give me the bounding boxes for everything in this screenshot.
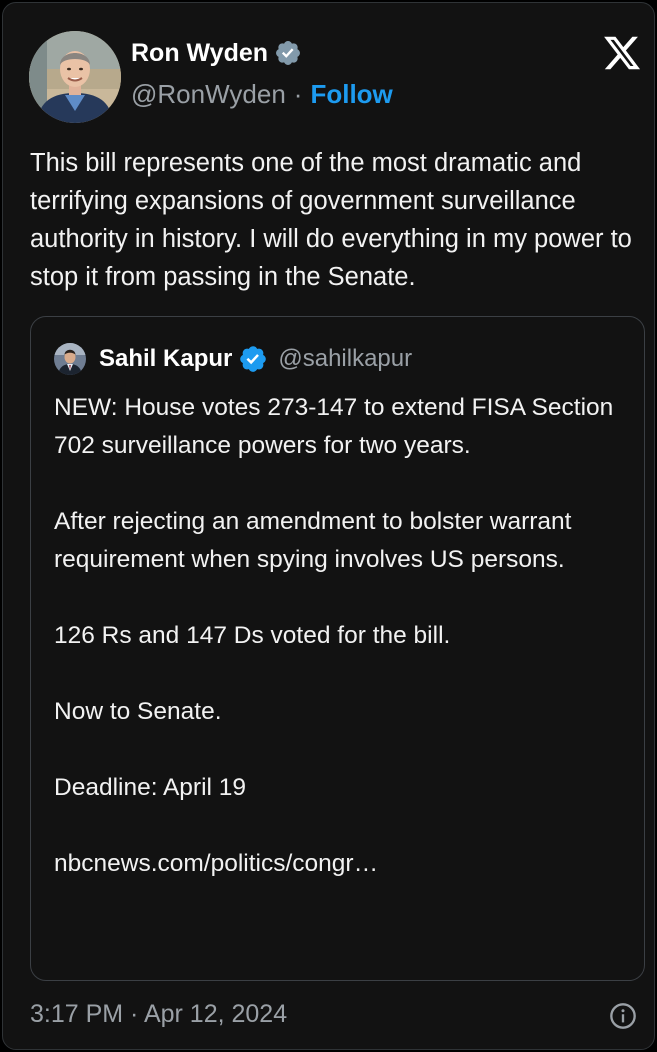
quoted-author-handle[interactable]: @sahilkapur	[278, 345, 412, 373]
x-logo-icon[interactable]	[601, 33, 643, 73]
quoted-tweet[interactable]: Sahil Kapur @sahilkapur NEW: House votes…	[30, 316, 645, 981]
quoted-header: Sahil Kapur @sahilkapur	[99, 341, 412, 377]
quoted-paragraph: After rejecting an amendment to bolster …	[54, 508, 572, 573]
tweet-text: This bill represents one of the most dra…	[30, 149, 632, 291]
author-avatar[interactable]	[29, 31, 121, 123]
verified-blue-badge-icon	[240, 346, 267, 372]
info-icon[interactable]	[609, 1002, 637, 1030]
quoted-paragraph: NEW: House votes 273-147 to extend FISA …	[54, 394, 614, 459]
quoted-paragraph: Deadline: April 19	[54, 774, 247, 801]
author-name-row: Ron Wyden	[131, 36, 302, 70]
quoted-paragraph: Now to Senate.	[54, 698, 222, 725]
quoted-tweet-text: NEW: House votes 273-147 to extend FISA …	[54, 389, 634, 883]
tweet-timestamp[interactable]: 3:17 PM · Apr 12, 2024	[30, 1000, 287, 1029]
follow-button[interactable]: Follow	[310, 79, 392, 110]
quoted-author-name[interactable]: Sahil Kapur	[99, 345, 232, 373]
author-name[interactable]: Ron Wyden	[131, 39, 268, 68]
quoted-author-avatar[interactable]	[54, 343, 86, 375]
quoted-avatar-image	[54, 343, 86, 375]
quoted-link[interactable]: nbcnews.com/politics/congr…	[54, 845, 634, 883]
separator-dot: ·	[293, 78, 303, 109]
author-handle-row: @RonWyden · Follow	[131, 77, 393, 111]
quoted-paragraph: 126 Rs and 147 Ds voted for the bill.	[54, 622, 451, 649]
tweet-card: Ron Wyden @RonWyden · Follow This bill r…	[2, 2, 655, 1050]
verified-gray-badge-icon	[276, 41, 301, 65]
avatar-image	[29, 31, 121, 123]
author-handle[interactable]: @RonWyden	[131, 79, 286, 110]
